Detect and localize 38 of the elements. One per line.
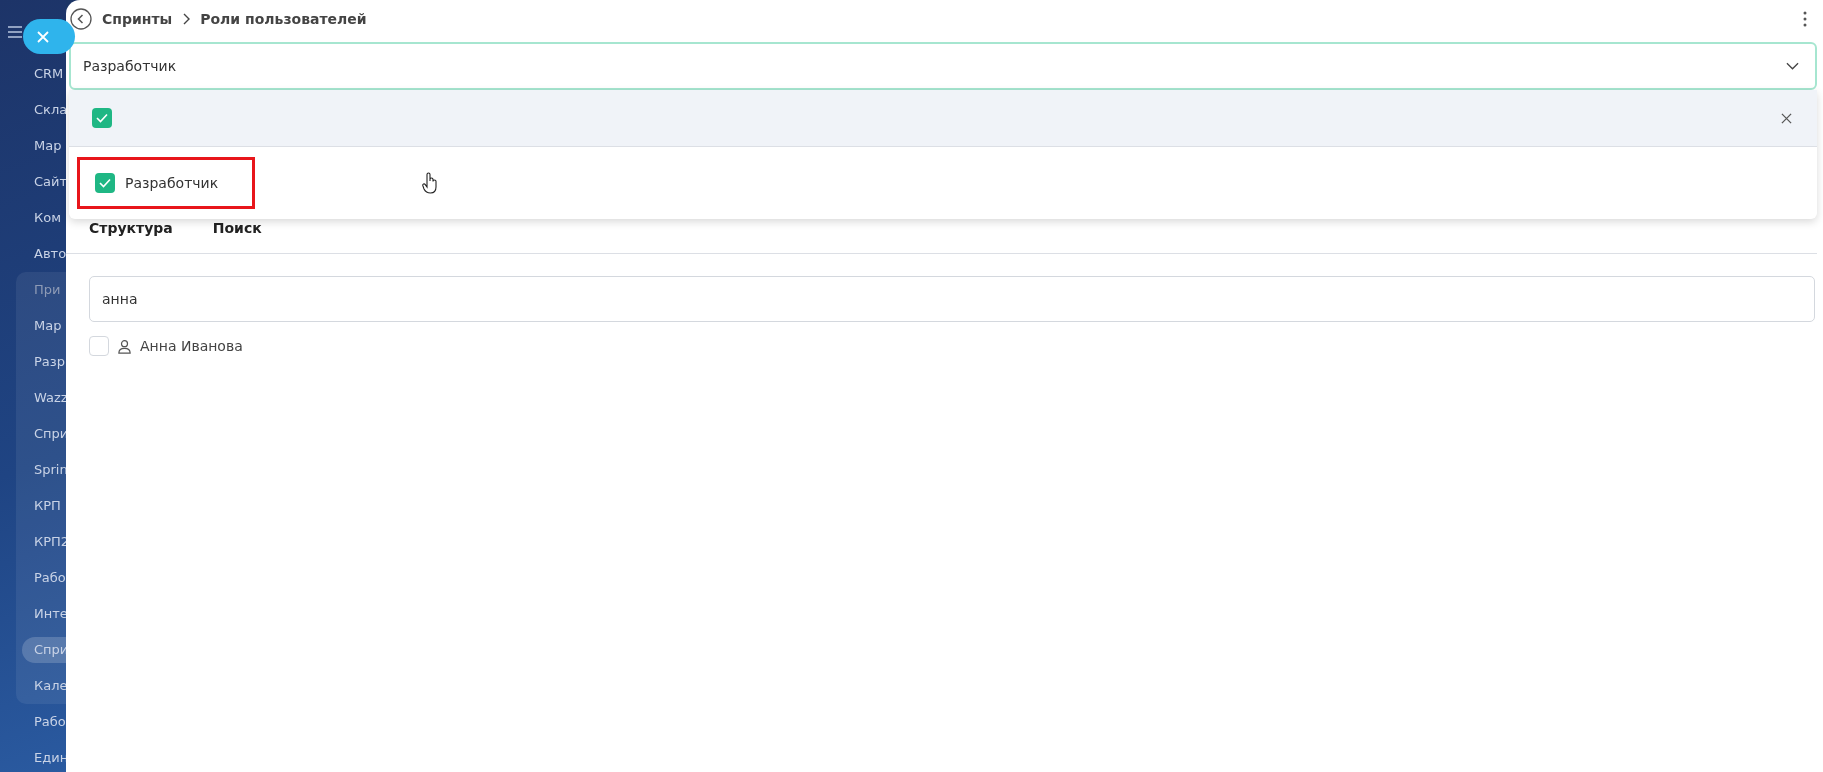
close-icon: [37, 30, 49, 43]
sidebar-item[interactable]: Мар: [0, 128, 66, 164]
sidebar-item[interactable]: CRM: [0, 56, 66, 92]
sidebar-item[interactable]: Сайт: [0, 164, 66, 200]
chevron-right-icon: [182, 13, 191, 25]
select-all-checkbox[interactable]: [92, 108, 112, 128]
sidebar-item[interactable]: Мар: [16, 308, 66, 344]
option-label: Разработчик: [125, 175, 219, 191]
user-name: Анна Иванова: [140, 338, 243, 354]
sidebar-item[interactable]: Скла: [0, 92, 66, 128]
sidebar-item[interactable]: Кале: [16, 668, 66, 704]
check-icon: [99, 178, 111, 188]
group-header: При: [33, 281, 62, 299]
search-field[interactable]: анна: [89, 276, 1815, 322]
sidebar-item[interactable]: Wazz: [16, 380, 66, 416]
close-icon[interactable]: [1781, 112, 1792, 124]
checkbox[interactable]: [89, 336, 109, 356]
tab[interactable]: Структура: [89, 220, 173, 236]
sidebar-item[interactable]: Рабо: [16, 560, 66, 596]
sidebar-item[interactable]: Рабо: [0, 704, 66, 740]
chevron-down-icon: [1786, 62, 1799, 70]
breadcrumb-item[interactable]: Спринты: [102, 11, 173, 27]
check-icon: [96, 113, 108, 123]
sidebar-item[interactable]: Ком: [0, 200, 66, 236]
breadcrumb-item: Роли пользователей: [200, 11, 367, 27]
dropdown-option[interactable]: Разработчик: [77, 157, 256, 209]
sidebar-item[interactable]: Авто: [0, 236, 66, 272]
sidebar-item[interactable]: КРП: [16, 488, 66, 524]
back-icon[interactable]: [70, 8, 92, 30]
menu-icon[interactable]: [8, 26, 22, 38]
person-icon: [117, 338, 132, 354]
checkbox[interactable]: [95, 173, 115, 193]
hand-cursor-icon: [422, 172, 438, 194]
more-icon[interactable]: [1803, 11, 1807, 27]
sidebar-item[interactable]: Инте: [16, 596, 66, 632]
role-select[interactable]: Разработчик: [69, 42, 1817, 90]
tab[interactable]: Поиск: [212, 220, 262, 236]
sidebar-item[interactable]: Разр: [16, 344, 66, 380]
